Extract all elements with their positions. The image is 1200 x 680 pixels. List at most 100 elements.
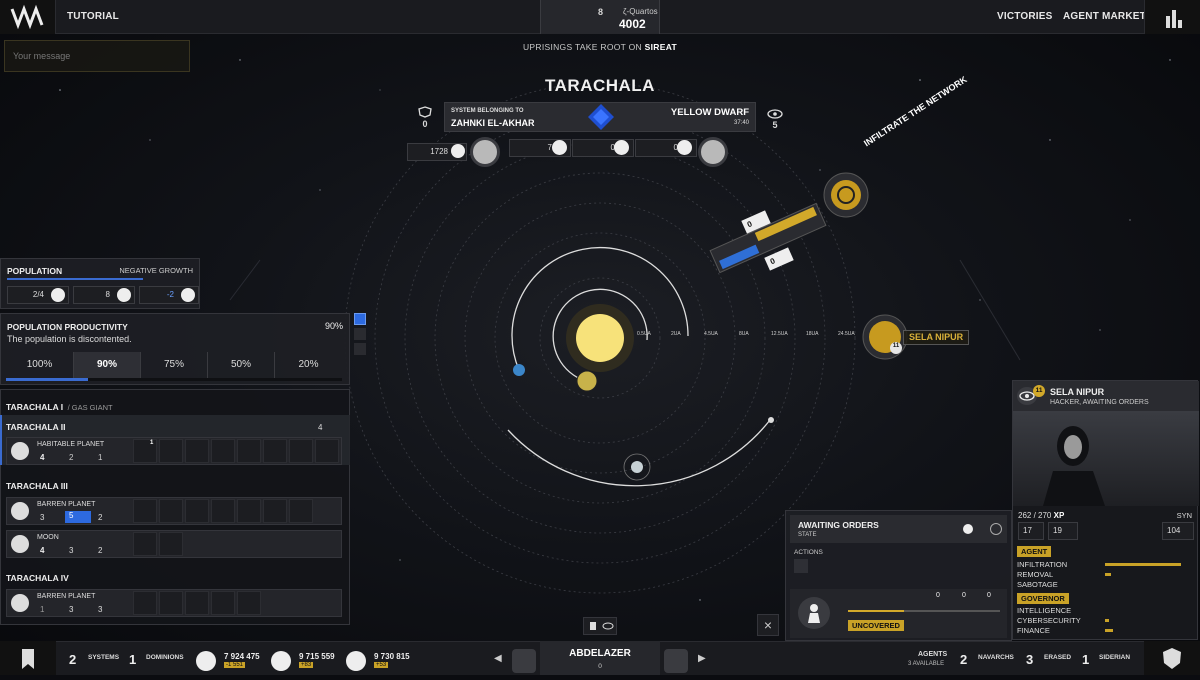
agent-marker-label[interactable]: SELA NIPUR [903,330,970,345]
building-slot[interactable] [211,439,235,463]
skill-finance-bar [1105,629,1113,632]
building-slot[interactable] [237,591,261,615]
actions-label: ACTIONS [794,549,823,556]
orbit-label: 2UA [671,331,681,337]
filter-toggle-3[interactable] [354,343,366,355]
faction-shield-button[interactable] [1144,641,1200,675]
person-icon [51,288,65,302]
close-icon[interactable]: × [757,614,779,636]
player-count: 0 [598,663,602,670]
building-slot[interactable] [185,499,209,523]
uprising-place[interactable]: SIREAT [645,42,677,52]
planet-name-t3[interactable]: TARACHALA III [6,481,68,491]
ranking-icon[interactable] [1144,0,1200,34]
building-slot[interactable] [263,439,287,463]
body-row-barren-iv[interactable]: BARREN PLANET 1 3 3 [6,589,342,617]
orbit-tarachala-iii [507,419,771,487]
body-row-barren[interactable]: BARREN PLANET 3 5 2 [6,497,342,525]
building-slot[interactable] [185,591,209,615]
body-name: HABITABLE PLANET [37,441,105,448]
player-box[interactable]: ABDELAZER 0 [540,641,660,675]
building-slot[interactable] [133,532,157,556]
slot-left-button[interactable] [470,137,500,167]
player-name: ABDELAZER [569,648,631,659]
agents-label[interactable]: AGENTS [918,651,947,658]
rocket-icon [451,144,465,158]
tutorial-button[interactable]: TUTORIAL [67,0,119,34]
dome-icon [181,288,195,302]
building-slot[interactable] [159,439,183,463]
planet-name-t4[interactable]: TARACHALA IV [6,573,69,583]
target-icon[interactable] [990,523,1002,535]
building-slot[interactable] [159,499,183,523]
victories-button[interactable]: VICTORIES [997,0,1053,34]
uncovered-fill [848,610,904,612]
productivity-tab-75[interactable]: 75% [141,352,208,378]
body-stat-a: 1 [40,605,45,614]
skill-finance: FINANCE [1017,626,1050,635]
credits-icon [196,651,216,671]
prev-player-arrow[interactable]: ◀ [494,653,502,664]
bookmark-toggle[interactable] [583,617,617,635]
state-icon[interactable] [963,524,973,534]
systems-count: 2 [69,652,77,667]
planet-tarachala-iii[interactable] [631,461,643,473]
agent-market-button[interactable]: AGENT MARKET [1063,0,1146,34]
orbit-label: 24.5UA [838,331,855,337]
productivity-tab-50[interactable]: 50% [208,352,275,378]
building-slot[interactable] [185,439,209,463]
building-slot[interactable] [211,591,235,615]
body-row-moon[interactable]: MOON 4 3 2 [6,530,342,558]
system-info-box[interactable]: SYSTEM BELONGING TO ZAHNKI EL-AKHAR YELL… [444,102,756,132]
siderian-count: 1 [1082,652,1090,667]
dominions-label[interactable]: DOMINIONS [146,654,184,661]
planet-tarachala-iv[interactable] [768,417,774,423]
agent-marker-level: 11 [892,343,900,349]
building-slot[interactable] [133,499,157,523]
building-slot[interactable] [133,591,157,615]
body-stat-a: 4 [40,453,45,462]
agent-syn-label: SYN [1176,511,1192,520]
building-slot[interactable] [159,591,183,615]
slot-right-button[interactable] [698,137,728,167]
building-slot[interactable] [237,439,261,463]
action-slot[interactable] [794,559,808,573]
productivity-tab-90[interactable]: 90% [74,352,141,378]
building-slot[interactable] [159,532,183,556]
building-slot[interactable] [211,499,235,523]
next-player-arrow[interactable]: ▶ [698,653,706,664]
navarchs-label[interactable]: NAVARCHS [978,654,1014,661]
stat-a-value: 1728 [430,147,448,156]
body-stat-b: 2 [69,453,74,462]
resource-3-delta: +53 [374,662,389,668]
star-type: YELLOW DWARF [670,107,749,118]
productivity-tab-100[interactable]: 100% [6,352,74,378]
orbit-label: 18UA [806,331,819,337]
erased-label[interactable]: ERASED [1044,654,1071,661]
body-row-habitable[interactable]: HABITABLE PLANET 4 2 1 1 [6,437,342,465]
game-logo[interactable] [0,0,56,34]
planet-tarachala-ii[interactable] [513,364,525,376]
filter-toggle-2[interactable] [354,328,366,340]
pop-v3: -2 [166,290,174,299]
building-slot[interactable] [315,439,339,463]
building-slot[interactable] [289,499,313,523]
building-slot[interactable] [289,439,313,463]
building-slot[interactable] [263,499,287,523]
skill-removal-bar [1105,573,1111,576]
planet-tarachala-i[interactable] [576,370,598,392]
productivity-tab-20[interactable]: 20% [275,352,342,378]
building-slot[interactable] [133,439,157,463]
building-slot[interactable] [237,499,261,523]
owner-name[interactable]: ZAHNKI EL-AKHAR [451,118,535,128]
planet-header-t1[interactable]: TARACHALA I / GAS GIANT [6,397,113,415]
agent-stat-2: 19 [1048,522,1078,540]
agent-portrait [1013,411,1199,506]
bookmark-menu-button[interactable] [0,641,56,675]
agent-tag: AGENT [1017,546,1052,557]
filter-blue-toggle[interactable] [354,313,366,325]
systems-label[interactable]: SYSTEMS [88,654,119,661]
siderian-label[interactable]: SIDERIAN [1099,654,1130,661]
erased-count: 3 [1026,652,1034,667]
star[interactable] [576,314,624,362]
